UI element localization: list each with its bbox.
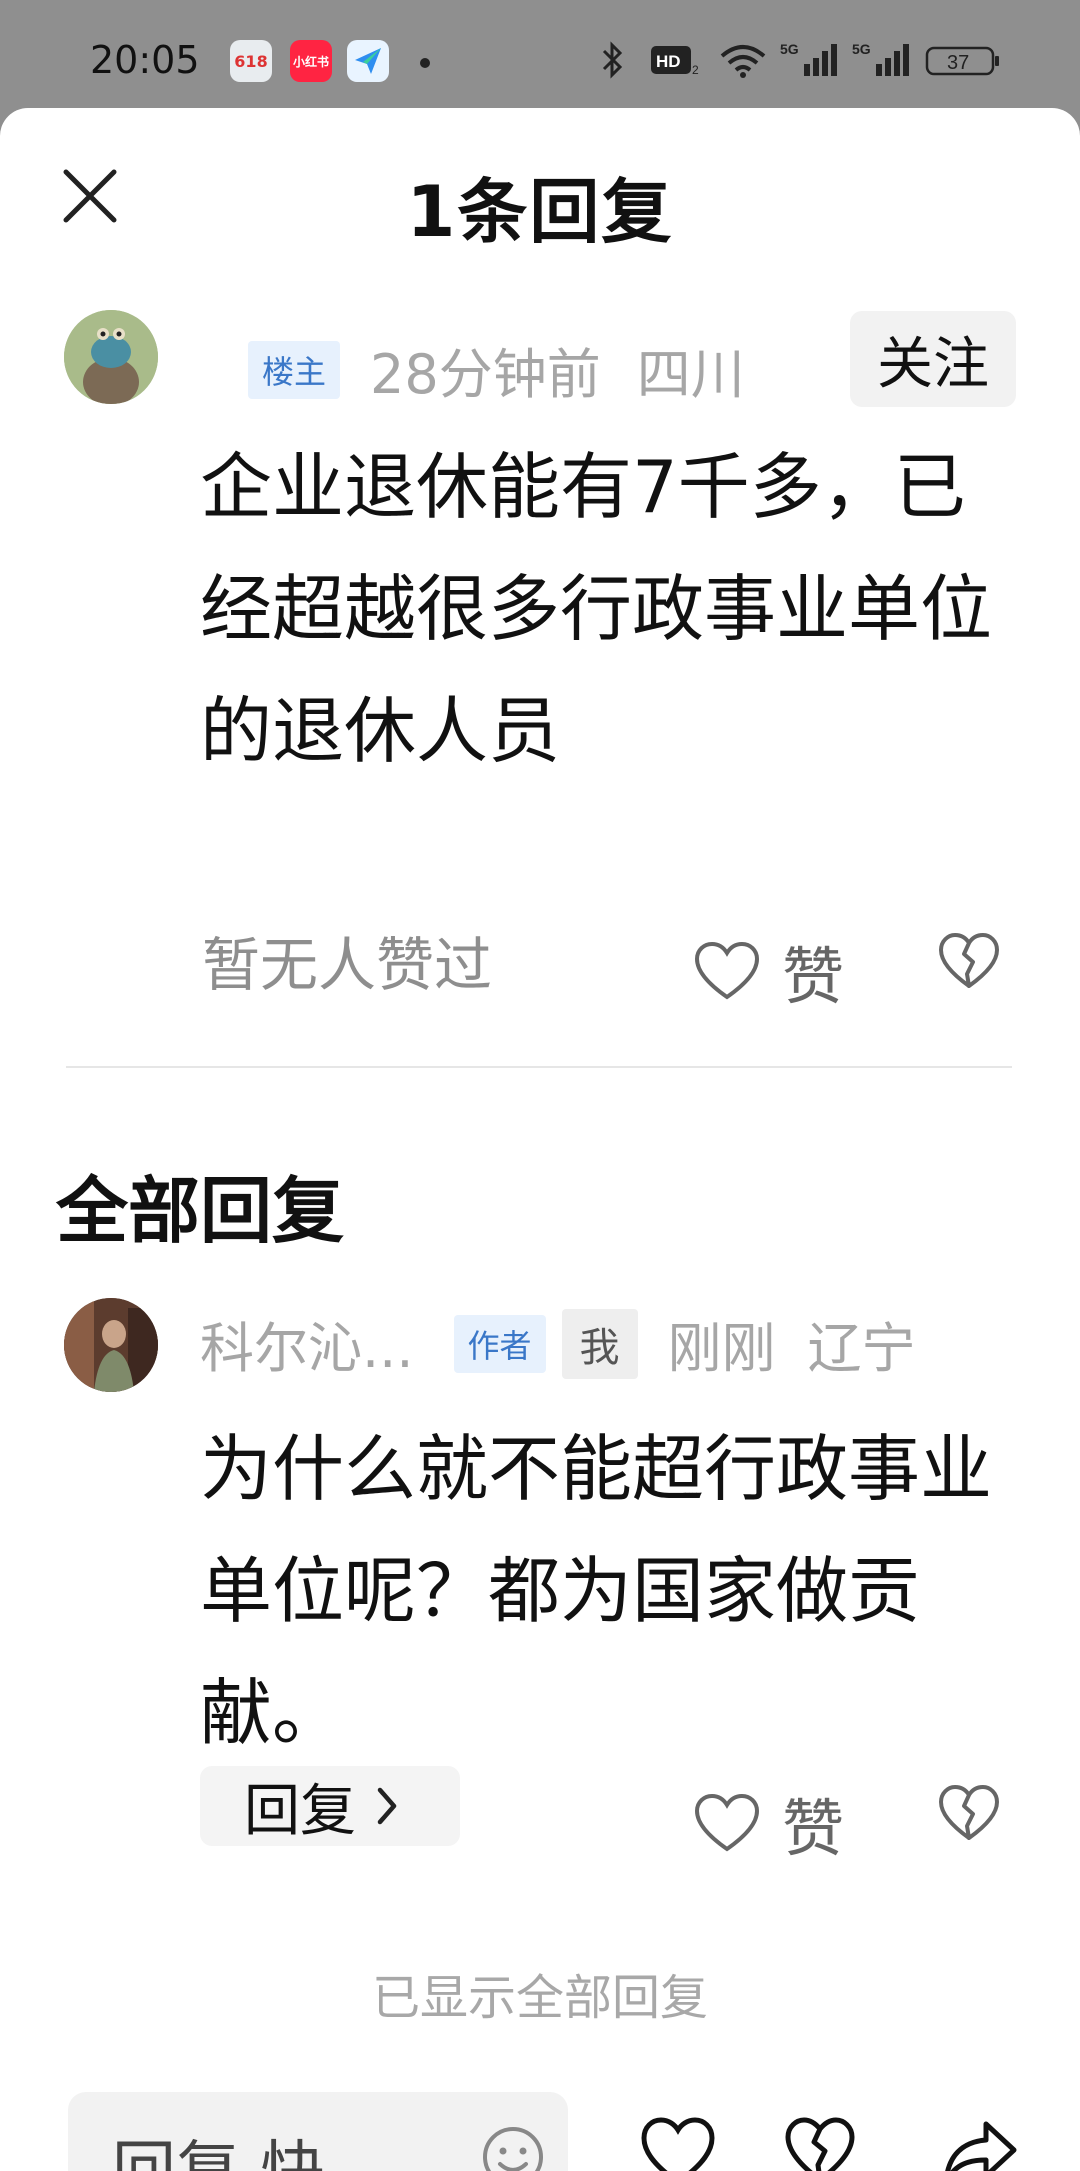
reply-like-label: 赞 bbox=[782, 1792, 845, 1865]
dislike-button[interactable] bbox=[938, 932, 1000, 990]
emoji-icon[interactable] bbox=[480, 2124, 546, 2171]
reply-like-button[interactable]: 赞 bbox=[694, 1778, 844, 1868]
op-badge: 楼主 bbox=[248, 340, 341, 399]
reply-avatar[interactable] bbox=[64, 1298, 158, 1392]
svg-text:HD: HD bbox=[656, 52, 681, 71]
sheet-title: 1条回复 bbox=[406, 171, 674, 253]
reply-location: 辽宁 bbox=[807, 1317, 916, 1380]
reply-button[interactable]: 回复 bbox=[200, 1766, 460, 1846]
svg-text:2: 2 bbox=[692, 63, 699, 77]
app-send-icon bbox=[347, 40, 389, 82]
reply-time: 刚刚 bbox=[667, 1317, 776, 1380]
bottom-dislike-icon[interactable] bbox=[784, 2116, 856, 2171]
bluetooth-icon bbox=[600, 40, 626, 80]
broken-heart-icon bbox=[939, 1785, 999, 1840]
signal-5g-icon-2: 5G bbox=[852, 40, 912, 80]
status-time: 20:05 bbox=[90, 38, 200, 82]
battery-icon: 37 bbox=[925, 40, 1001, 80]
follow-button[interactable]: 关注 bbox=[850, 311, 1016, 407]
signal-5g-icon: 5G bbox=[780, 40, 840, 80]
comment-meta: 楼主 28分钟前 四川 bbox=[248, 330, 745, 409]
broken-heart-icon bbox=[939, 933, 999, 988]
status-bar: 20:05 618 小红书 HD 2 5G 5G 37 bbox=[0, 0, 1080, 108]
me-badge: 我 bbox=[561, 1308, 638, 1379]
reply-button-label: 回复 bbox=[244, 1778, 356, 1844]
no-likes-text: 暂无人赞过 bbox=[202, 931, 493, 999]
like-label: 赞 bbox=[782, 940, 845, 1013]
app-xiaohongshu-icon: 小红书 bbox=[290, 40, 332, 82]
reply-sheet: 1条回复 楼主 28分钟前 四川 关注 企业退休能有7千多，已经超越很多行政事业… bbox=[0, 108, 1080, 2171]
all-replies-shown-text: 已显示全部回复 bbox=[371, 1970, 708, 2026]
chevron-right-icon bbox=[377, 1787, 397, 1825]
svg-text:37: 37 bbox=[947, 52, 969, 74]
svg-text:5G: 5G bbox=[780, 41, 799, 57]
comment-text: 企业退休能有7千多，已经超越很多行政事业单位的退休人员 bbox=[200, 445, 993, 773]
all-replies-title: 全部回复 bbox=[56, 1169, 345, 1253]
heart-icon bbox=[694, 941, 760, 1000]
divider bbox=[66, 1066, 1012, 1068]
share-icon[interactable] bbox=[940, 2116, 1020, 2171]
bottom-like-icon[interactable] bbox=[640, 2116, 716, 2171]
comment-location: 四川 bbox=[636, 343, 745, 406]
hd-icon: HD 2 bbox=[650, 40, 700, 80]
notification-dot bbox=[420, 58, 430, 68]
reply-meta: 科尔沁... 作者 我 刚刚 辽宁 bbox=[200, 1304, 916, 1383]
reply-text: 为什么就不能超行政事业单位呢？都为国家做贡献。 bbox=[200, 1427, 993, 1755]
avatar[interactable] bbox=[64, 310, 158, 404]
wifi-icon bbox=[718, 40, 768, 80]
heart-icon bbox=[694, 1793, 760, 1852]
like-button[interactable]: 赞 bbox=[694, 926, 844, 1016]
svg-text:5G: 5G bbox=[852, 41, 871, 57]
author-badge: 作者 bbox=[453, 1314, 546, 1373]
reply-username[interactable]: 科尔沁... bbox=[200, 1304, 414, 1383]
reply-dislike-button[interactable] bbox=[938, 1784, 1000, 1842]
comment-time: 28分钟前 bbox=[370, 343, 601, 406]
app-618-icon: 618 bbox=[230, 40, 272, 82]
